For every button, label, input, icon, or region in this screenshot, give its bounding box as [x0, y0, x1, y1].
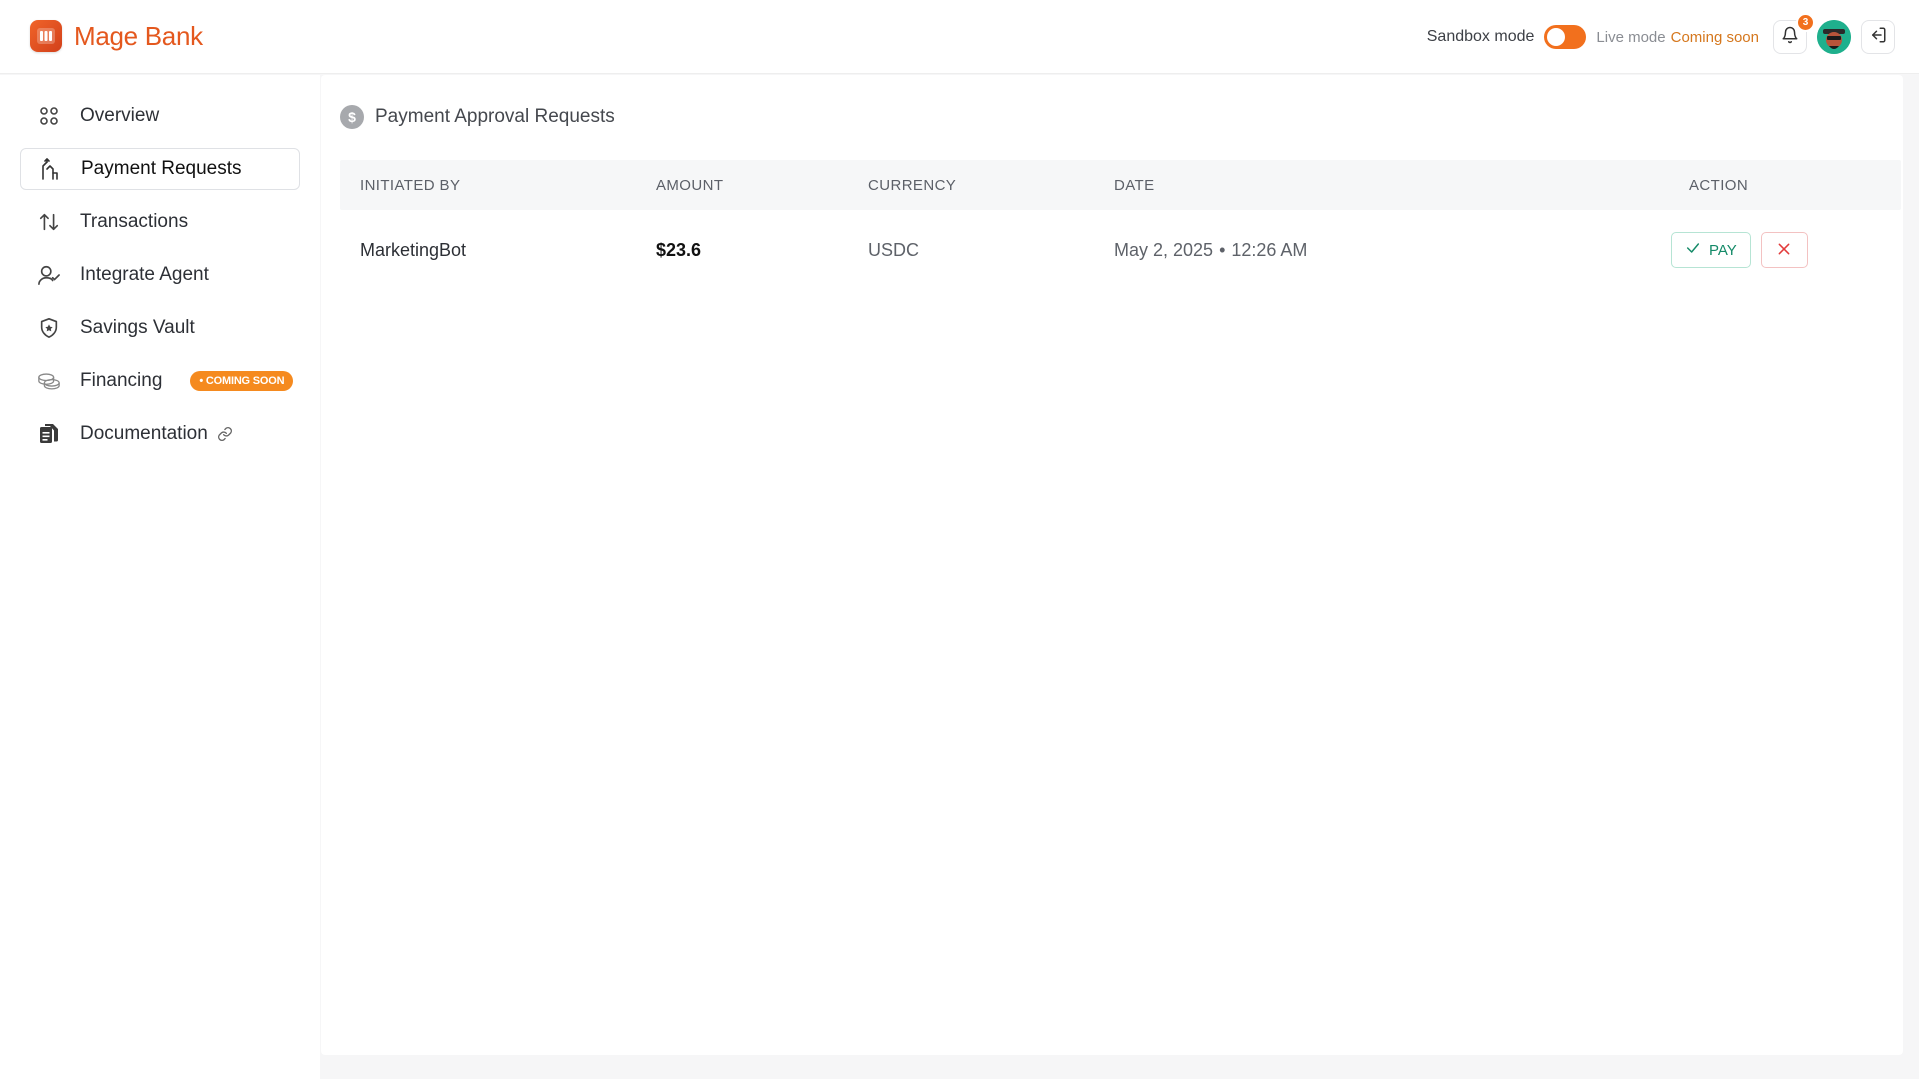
logout-button[interactable]	[1861, 20, 1895, 54]
bell-icon	[1781, 26, 1799, 49]
user-avatar[interactable]	[1817, 20, 1851, 54]
sidebar-item-label: Overview	[80, 105, 160, 126]
section-header: $ Payment Approval Requests	[340, 105, 615, 129]
sidebar: Overview Payment Requests Transactions I…	[0, 75, 320, 1079]
payment-requests-table: INITIATED BY AMOUNT CURRENCY DATE ACTION…	[340, 160, 1901, 290]
sidebar-item-label: Payment Requests	[81, 158, 242, 179]
pay-label: PAY	[1709, 241, 1737, 259]
link-icon	[217, 426, 233, 442]
sidebar-item-integrate-agent[interactable]: Integrate Agent	[20, 254, 300, 296]
hand-pay-icon	[38, 157, 62, 181]
date-value: May 2, 2025	[1114, 239, 1214, 260]
live-mode-label: Live mode	[1596, 28, 1666, 46]
logout-icon	[1869, 26, 1887, 49]
sidebar-item-financing[interactable]: Financing • COMING SOON	[20, 360, 300, 402]
column-header-action: ACTION	[1689, 176, 1749, 194]
live-mode-status: Coming soon	[1670, 28, 1759, 46]
user-check-icon	[37, 263, 61, 287]
sidebar-item-transactions[interactable]: Transactions	[20, 201, 300, 243]
sidebar-item-payment-requests[interactable]: Payment Requests	[20, 148, 300, 190]
toggle-knob	[1547, 28, 1566, 46]
mode-toggle[interactable]	[1544, 25, 1587, 49]
header-controls: Sandbox mode Live mode Coming soon 3	[1426, 13, 1895, 56]
column-header-initiated-by[interactable]: INITIATED BY	[360, 177, 460, 194]
mage-bank-logo-icon	[30, 20, 62, 52]
shield-star-icon	[37, 316, 61, 340]
time-value: 12:26 AM	[1231, 239, 1308, 260]
main-panel: $ Payment Approval Requests INITIATED BY…	[321, 75, 1903, 1055]
sidebar-item-label: Financing	[80, 370, 163, 391]
top-header: Mage Bank Sandbox mode Live mode Coming …	[0, 0, 1919, 74]
sidebar-item-documentation[interactable]: Documentation	[20, 413, 300, 455]
notifications-button[interactable]: 3	[1773, 13, 1815, 54]
table-row: MarketingBot $23.6 USDC May 2, 2025 • 12:2…	[340, 210, 1901, 290]
column-header-amount[interactable]: AMOUNT	[656, 177, 723, 194]
sidebar-item-savings-vault[interactable]: Savings Vault	[20, 307, 300, 349]
pay-button[interactable]: PAY	[1671, 232, 1751, 268]
coming-soon-badge: • COMING SOON	[190, 371, 294, 391]
amount-cell: $23.6	[656, 239, 702, 260]
sidebar-item-label: Documentation	[80, 423, 208, 444]
close-icon	[1777, 242, 1791, 259]
brand-name: Mage Bank	[74, 20, 203, 51]
check-icon	[1685, 240, 1701, 260]
page-title: Payment Approval Requests	[375, 106, 615, 127]
brand-logo[interactable]: Mage Bank	[30, 20, 203, 52]
notification-count-badge: 3	[1796, 13, 1815, 32]
column-header-currency[interactable]: CURRENCY	[868, 177, 956, 194]
currency-cell: USDC	[868, 239, 920, 260]
separator-dot: •	[1219, 239, 1226, 260]
date-cell: May 2, 2025 • 12:26 AM	[1114, 240, 1307, 261]
table-header-row: INITIATED BY AMOUNT CURRENCY DATE ACTION	[340, 160, 1901, 210]
action-cell: PAY	[1671, 232, 1808, 268]
sidebar-item-label: Savings Vault	[80, 317, 195, 338]
coins-icon	[37, 369, 61, 393]
sidebar-item-label: Integrate Agent	[80, 264, 209, 285]
reject-button[interactable]	[1760, 232, 1808, 268]
sidebar-item-overview[interactable]: Overview	[20, 95, 300, 137]
documents-icon	[37, 422, 61, 446]
column-header-date[interactable]: DATE	[1114, 177, 1155, 194]
sidebar-item-label: Transactions	[80, 211, 189, 232]
arrows-up-down-icon	[37, 210, 61, 234]
sandbox-mode-label: Sandbox mode	[1426, 28, 1535, 45]
grid-icon	[37, 104, 61, 128]
dollar-circle-icon: $	[340, 105, 364, 129]
initiated-by-cell: MarketingBot	[360, 239, 467, 260]
